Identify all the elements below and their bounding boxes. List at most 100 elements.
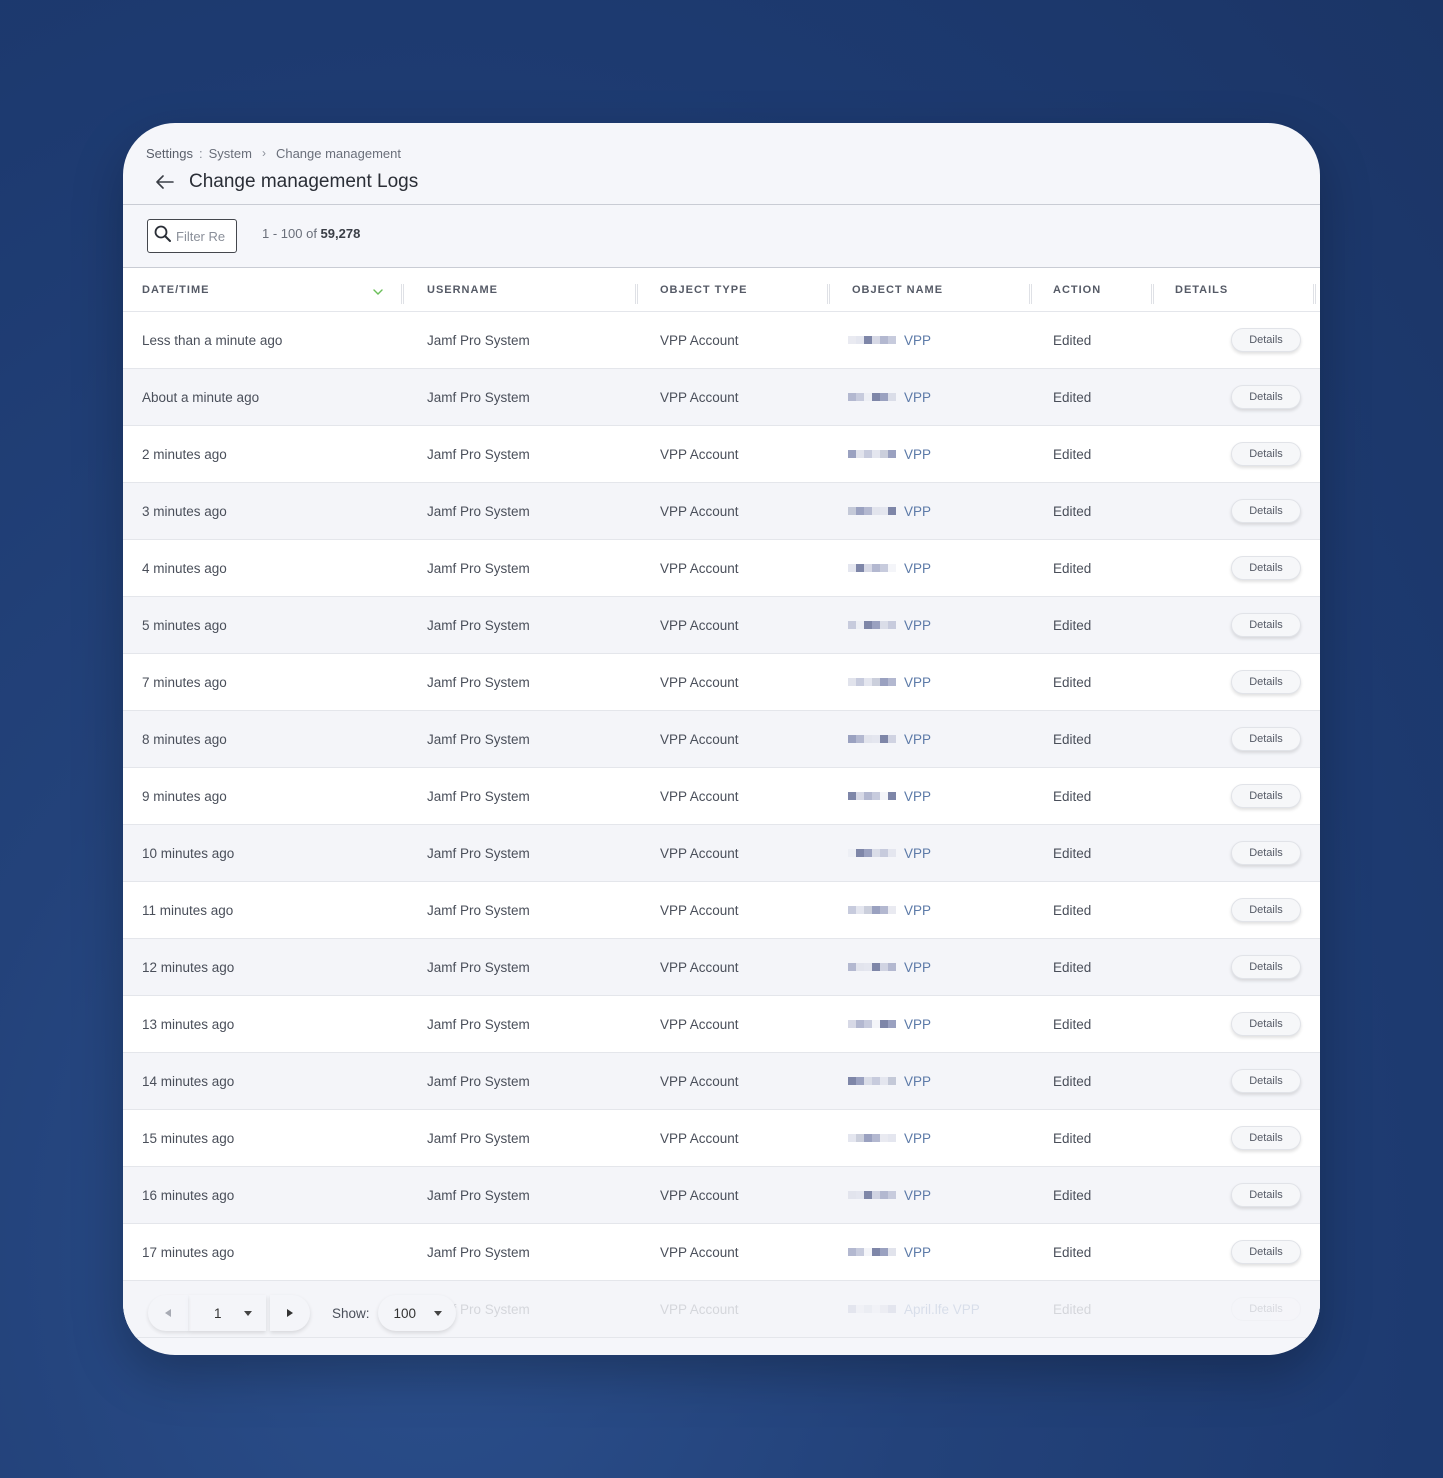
cell-object-name[interactable]: VPP <box>848 1071 931 1091</box>
chevron-down-icon[interactable] <box>373 283 383 301</box>
page-size-select[interactable]: 100 <box>377 1295 456 1331</box>
details-button[interactable]: Details <box>1231 670 1301 694</box>
cell-object-name[interactable]: VPP <box>848 1128 931 1148</box>
table-row[interactable]: 14 minutes ago Jamf Pro System VPP Account… <box>123 1053 1320 1110</box>
breadcrumb-system[interactable]: System <box>209 146 252 161</box>
details-button[interactable]: Details <box>1231 727 1301 751</box>
cell-object-name[interactable]: VPP <box>848 1242 931 1262</box>
cell-username: Jamf Pro System <box>427 447 530 462</box>
cell-object-name[interactable]: VPP <box>848 1014 931 1034</box>
cell-object-name[interactable]: VPP <box>848 615 931 635</box>
column-header-details[interactable]: DETAILS <box>1175 284 1228 296</box>
cell-object-name[interactable]: VPP <box>848 330 931 350</box>
details-button[interactable]: Details <box>1231 898 1301 922</box>
filter-box[interactable] <box>147 219 237 253</box>
redacted-name-pixels <box>848 1071 903 1091</box>
redacted-name-pixels <box>848 387 903 407</box>
object-name-link[interactable]: VPP <box>904 960 931 975</box>
redacted-name-pixels <box>848 615 903 635</box>
column-resizer[interactable] <box>1313 284 1316 304</box>
cell-action: Edited <box>1053 789 1092 804</box>
filter-input[interactable] <box>176 228 232 244</box>
table-row[interactable]: 15 minutes ago Jamf Pro System VPP Account… <box>123 1110 1320 1167</box>
column-header-action[interactable]: ACTION <box>1053 284 1101 296</box>
cell-object-name[interactable]: VPP <box>848 501 931 521</box>
column-resizer[interactable] <box>1151 284 1154 304</box>
cell-object-name[interactable]: VPP <box>848 729 931 749</box>
object-name-link[interactable]: VPP <box>904 903 931 918</box>
object-name-link[interactable]: VPP <box>904 846 931 861</box>
table-row[interactable]: 7 minutes ago Jamf Pro System VPP Account V… <box>123 654 1320 711</box>
details-button[interactable]: Details <box>1231 1240 1301 1264</box>
object-name-link[interactable]: VPP <box>904 675 931 690</box>
redacted-name-pixels <box>848 558 903 578</box>
object-name-link[interactable]: VPP <box>904 390 931 405</box>
cell-object-name[interactable]: VPP <box>848 444 931 464</box>
table-row[interactable]: 3 minutes ago Jamf Pro System VPP Account V… <box>123 483 1320 540</box>
details-button[interactable]: Details <box>1231 1069 1301 1093</box>
column-resizer[interactable] <box>635 284 638 304</box>
redacted-name-pixels <box>848 843 903 863</box>
prev-page-button[interactable] <box>148 1295 188 1331</box>
cell-object-name[interactable]: VPP <box>848 558 931 578</box>
page-select[interactable]: 1 <box>188 1295 266 1331</box>
object-name-link[interactable]: VPP <box>904 561 931 576</box>
cell-object-name[interactable]: VPP <box>848 387 931 407</box>
object-name-link[interactable]: VPP <box>904 732 931 747</box>
cell-datetime: 2 minutes ago <box>142 447 227 462</box>
object-name-link[interactable]: VPP <box>904 618 931 633</box>
breadcrumb-settings[interactable]: Settings <box>146 146 193 161</box>
details-button[interactable]: Details <box>1231 442 1301 466</box>
arrow-left-icon[interactable] <box>155 175 175 189</box>
cell-object-name[interactable]: VPP <box>848 843 931 863</box>
details-button[interactable]: Details <box>1231 385 1301 409</box>
details-button[interactable]: Details <box>1231 556 1301 580</box>
table-row[interactable]: 17 minutes ago Jamf Pro System VPP Account… <box>123 1224 1320 1281</box>
details-button[interactable]: Details <box>1231 1126 1301 1150</box>
table-row[interactable]: 12 minutes ago Jamf Pro System VPP Account… <box>123 939 1320 996</box>
object-name-link[interactable]: VPP <box>904 447 931 462</box>
table-row[interactable]: 8 minutes ago Jamf Pro System VPP Account V… <box>123 711 1320 768</box>
cell-object-name[interactable]: VPP <box>848 900 931 920</box>
column-resizer[interactable] <box>401 284 404 304</box>
object-name-link[interactable]: VPP <box>904 1188 931 1203</box>
object-name-link[interactable]: VPP <box>904 789 931 804</box>
table-row[interactable]: 16 minutes ago Jamf Pro System VPP Account… <box>123 1167 1320 1224</box>
details-button[interactable]: Details <box>1231 499 1301 523</box>
object-name-link[interactable]: VPP <box>904 1131 931 1146</box>
column-resizer[interactable] <box>1029 284 1032 304</box>
next-page-button[interactable] <box>270 1295 310 1331</box>
table-row[interactable]: 10 minutes ago Jamf Pro System VPP Account… <box>123 825 1320 882</box>
details-button[interactable]: Details <box>1231 955 1301 979</box>
cell-object-name[interactable]: VPP <box>848 786 931 806</box>
cell-object-name[interactable]: VPP <box>848 672 931 692</box>
column-resizer[interactable] <box>827 284 830 304</box>
table-row[interactable]: 4 minutes ago Jamf Pro System VPP Account V… <box>123 540 1320 597</box>
details-button[interactable]: Details <box>1231 328 1301 352</box>
column-header-object-name[interactable]: OBJECT NAME <box>852 284 943 296</box>
object-name-link[interactable]: VPP <box>904 504 931 519</box>
search-icon <box>154 225 172 248</box>
table-row[interactable]: Less than a minute ago Jamf Pro System VPP… <box>123 312 1320 369</box>
column-header-object-type[interactable]: OBJECT TYPE <box>660 284 747 296</box>
object-name-link[interactable]: VPP <box>904 1017 931 1032</box>
details-button[interactable]: Details <box>1231 1183 1301 1207</box>
object-name-link[interactable]: VPP <box>904 333 931 348</box>
column-header-datetime[interactable]: DATE/TIME <box>142 284 209 296</box>
table-row[interactable]: 11 minutes ago Jamf Pro System VPP Account… <box>123 882 1320 939</box>
table-row[interactable]: 13 minutes ago Jamf Pro System VPP Account… <box>123 996 1320 1053</box>
details-button[interactable]: Details <box>1231 1012 1301 1036</box>
table-row[interactable]: 5 minutes ago Jamf Pro System VPP Account V… <box>123 597 1320 654</box>
cell-object-name[interactable]: VPP <box>848 957 931 977</box>
details-button[interactable]: Details <box>1231 784 1301 808</box>
table-row[interactable]: 2 minutes ago Jamf Pro System VPP Account V… <box>123 426 1320 483</box>
table-row[interactable]: About a minute ago Jamf Pro System VPP Acc… <box>123 369 1320 426</box>
details-button[interactable]: Details <box>1231 841 1301 865</box>
object-name-link[interactable]: VPP <box>904 1074 931 1089</box>
object-name-link[interactable]: VPP <box>904 1245 931 1260</box>
cell-object-name[interactable]: VPP <box>848 1185 931 1205</box>
details-button[interactable]: Details <box>1231 613 1301 637</box>
column-header-username[interactable]: USERNAME <box>427 284 498 296</box>
breadcrumb-chevron-icon: › <box>261 146 266 160</box>
table-row[interactable]: 9 minutes ago Jamf Pro System VPP Account V… <box>123 768 1320 825</box>
